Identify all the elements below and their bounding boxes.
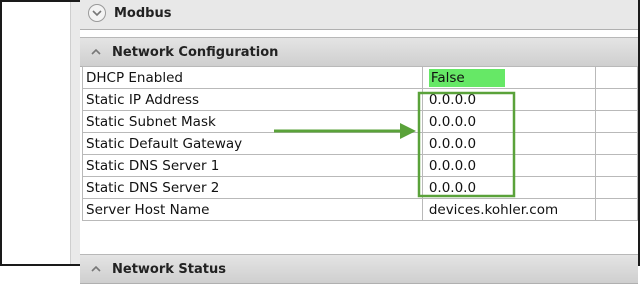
property-value[interactable]: 0.0.0.0	[421, 88, 596, 111]
property-name: Static Default Gateway	[82, 132, 423, 155]
table-row[interactable]: Static Subnet Mask 0.0.0.0	[82, 110, 639, 133]
table-row[interactable]: Static DNS Server 2 0.0.0.0	[82, 176, 639, 199]
network-configuration-table: DHCP Enabled False Static IP Address 0.0…	[82, 66, 639, 221]
property-grid: Modbus Network Configuration DHCP Enable…	[80, 0, 639, 284]
property-value[interactable]: 0.0.0.0	[421, 132, 596, 155]
section-title-network-status: Network Status	[112, 261, 226, 277]
property-name: DHCP Enabled	[82, 66, 423, 89]
table-row[interactable]: Static Default Gateway 0.0.0.0	[82, 132, 639, 155]
property-name: Static DNS Server 1	[82, 154, 423, 177]
chevron-up-icon[interactable]	[88, 48, 104, 56]
section-header-modbus[interactable]: Modbus	[80, 0, 638, 30]
section-title-modbus: Modbus	[114, 5, 172, 21]
property-value[interactable]: 0.0.0.0	[421, 176, 596, 199]
property-extra-cell	[594, 132, 639, 155]
chevron-up-icon[interactable]	[88, 265, 104, 273]
property-value[interactable]: 0.0.0.0	[421, 154, 596, 177]
section-header-network-configuration[interactable]: Network Configuration	[80, 37, 638, 67]
property-extra-cell	[594, 176, 639, 199]
property-extra-cell	[594, 66, 639, 89]
property-name: Server Host Name	[82, 198, 423, 221]
dhcp-value: False	[428, 68, 505, 87]
property-value[interactable]: devices.kohler.com	[421, 198, 596, 221]
chevron-down-icon[interactable]	[88, 4, 106, 22]
table-row[interactable]: Static DNS Server 1 0.0.0.0	[82, 154, 639, 177]
property-value[interactable]: 0.0.0.0	[421, 110, 596, 133]
property-extra-cell	[594, 154, 639, 177]
property-name: Static DNS Server 2	[82, 176, 423, 199]
property-extra-cell	[594, 198, 639, 221]
table-row[interactable]: Static IP Address 0.0.0.0	[82, 88, 639, 111]
window-frame: Modbus Network Configuration DHCP Enable…	[0, 0, 640, 284]
property-name: Static IP Address	[82, 88, 423, 111]
property-extra-cell	[594, 88, 639, 111]
property-value[interactable]: False	[421, 66, 596, 89]
property-name: Static Subnet Mask	[82, 110, 423, 133]
section-header-network-status[interactable]: Network Status	[80, 254, 638, 284]
property-extra-cell	[594, 110, 639, 133]
table-row[interactable]: Server Host Name devices.kohler.com	[82, 198, 639, 221]
section-title-network-configuration: Network Configuration	[112, 44, 279, 60]
left-pane	[2, 2, 70, 264]
table-row[interactable]: DHCP Enabled False	[82, 66, 639, 89]
